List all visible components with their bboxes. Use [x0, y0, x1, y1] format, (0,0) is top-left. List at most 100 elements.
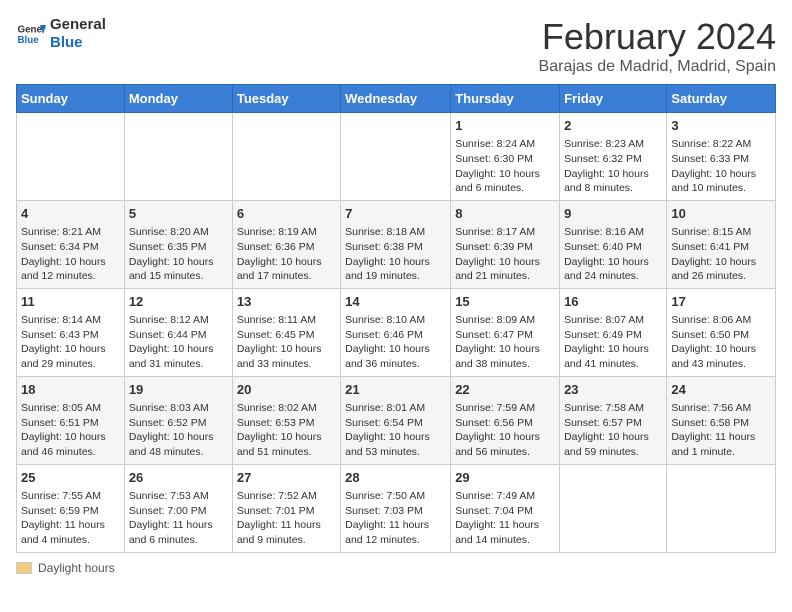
day-number: 3 — [671, 117, 771, 135]
day-number: 15 — [455, 293, 555, 311]
calendar-row-1: 4 Sunrise: 8:21 AM Sunset: 6:34 PM Daylig… — [17, 200, 776, 288]
header-day-thursday: Thursday — [451, 85, 560, 113]
day-number: 10 — [671, 205, 771, 223]
legend-bar-icon — [16, 562, 32, 574]
day-info: Sunrise: 8:22 AM Sunset: 6:33 PM Dayligh… — [671, 137, 771, 196]
day-info: Sunrise: 8:23 AM Sunset: 6:32 PM Dayligh… — [564, 137, 662, 196]
calendar-cell — [124, 113, 232, 201]
day-info: Sunrise: 8:15 AM Sunset: 6:41 PM Dayligh… — [671, 225, 771, 284]
logo-blue-text: Blue — [50, 34, 106, 52]
day-number: 11 — [21, 293, 120, 311]
day-info: Sunrise: 8:11 AM Sunset: 6:45 PM Dayligh… — [237, 313, 336, 372]
day-info: Sunrise: 8:10 AM Sunset: 6:46 PM Dayligh… — [345, 313, 446, 372]
header-day-saturday: Saturday — [667, 85, 776, 113]
day-info: Sunrise: 8:21 AM Sunset: 6:34 PM Dayligh… — [21, 225, 120, 284]
calendar-cell: 21 Sunrise: 8:01 AM Sunset: 6:54 PM Dayli… — [341, 376, 451, 464]
day-number: 17 — [671, 293, 771, 311]
day-info: Sunrise: 8:19 AM Sunset: 6:36 PM Dayligh… — [237, 225, 336, 284]
calendar-cell — [667, 464, 776, 552]
day-number: 21 — [345, 381, 446, 399]
calendar-cell: 1Sunrise: 8:24 AM Sunset: 6:30 PM Daylig… — [451, 113, 560, 201]
calendar-row-3: 18 Sunrise: 8:05 AM Sunset: 6:51 PM Dayli… — [17, 376, 776, 464]
day-info: Sunrise: 7:52 AM Sunset: 7:01 PM Dayligh… — [237, 489, 336, 548]
day-info: Sunrise: 7:53 AM Sunset: 7:00 PM Dayligh… — [129, 489, 228, 548]
location-subtitle: Barajas de Madrid, Madrid, Spain — [539, 58, 776, 76]
day-number: 4 — [21, 205, 120, 223]
day-info: Sunrise: 8:02 AM Sunset: 6:53 PM Dayligh… — [237, 401, 336, 460]
day-info: Sunrise: 8:12 AM Sunset: 6:44 PM Dayligh… — [129, 313, 228, 372]
day-number: 27 — [237, 469, 336, 487]
day-number: 19 — [129, 381, 228, 399]
day-number: 2 — [564, 117, 662, 135]
day-number: 25 — [21, 469, 120, 487]
calendar-table: SundayMondayTuesdayWednesdayThursdayFrid… — [16, 84, 776, 553]
calendar-cell — [560, 464, 667, 552]
legend-label: Daylight hours — [38, 561, 115, 575]
day-info: Sunrise: 8:17 AM Sunset: 6:39 PM Dayligh… — [455, 225, 555, 284]
calendar-cell — [341, 113, 451, 201]
calendar-cell: 23Sunrise: 7:58 AM Sunset: 6:57 PM Dayli… — [560, 376, 667, 464]
day-info: Sunrise: 7:50 AM Sunset: 7:03 PM Dayligh… — [345, 489, 446, 548]
day-info: Sunrise: 8:14 AM Sunset: 6:43 PM Dayligh… — [21, 313, 120, 372]
calendar-cell: 19 Sunrise: 8:03 AM Sunset: 6:52 PM Dayli… — [124, 376, 232, 464]
day-number: 29 — [455, 469, 555, 487]
month-title: February 2024 — [539, 16, 776, 58]
logo: General Blue General Blue — [16, 16, 106, 52]
calendar-cell: 20 Sunrise: 8:02 AM Sunset: 6:53 PM Dayli… — [232, 376, 340, 464]
day-info: Sunrise: 8:01 AM Sunset: 6:54 PM Dayligh… — [345, 401, 446, 460]
calendar-cell: 16Sunrise: 8:07 AM Sunset: 6:49 PM Dayli… — [560, 288, 667, 376]
calendar-cell: 13 Sunrise: 8:11 AM Sunset: 6:45 PM Dayli… — [232, 288, 340, 376]
day-number: 22 — [455, 381, 555, 399]
day-info: Sunrise: 7:59 AM Sunset: 6:56 PM Dayligh… — [455, 401, 555, 460]
calendar-cell: 7Sunrise: 8:18 AM Sunset: 6:38 PM Daylig… — [341, 200, 451, 288]
day-number: 13 — [237, 293, 336, 311]
day-number: 26 — [129, 469, 228, 487]
calendar-cell: 25 Sunrise: 7:55 AM Sunset: 6:59 PM Dayli… — [17, 464, 125, 552]
calendar-cell: 10 Sunrise: 8:15 AM Sunset: 6:41 PM Dayli… — [667, 200, 776, 288]
calendar-cell: 9Sunrise: 8:16 AM Sunset: 6:40 PM Daylig… — [560, 200, 667, 288]
day-number: 23 — [564, 381, 662, 399]
calendar-cell — [17, 113, 125, 201]
day-info: Sunrise: 8:09 AM Sunset: 6:47 PM Dayligh… — [455, 313, 555, 372]
day-info: Sunrise: 8:05 AM Sunset: 6:51 PM Dayligh… — [21, 401, 120, 460]
day-number: 24 — [671, 381, 771, 399]
day-number: 5 — [129, 205, 228, 223]
day-number: 7 — [345, 205, 446, 223]
day-info: Sunrise: 7:55 AM Sunset: 6:59 PM Dayligh… — [21, 489, 120, 548]
calendar-row-4: 25 Sunrise: 7:55 AM Sunset: 6:59 PM Dayli… — [17, 464, 776, 552]
calendar-cell: 17Sunrise: 8:06 AM Sunset: 6:50 PM Dayli… — [667, 288, 776, 376]
calendar-cell: 4 Sunrise: 8:21 AM Sunset: 6:34 PM Daylig… — [17, 200, 125, 288]
day-number: 20 — [237, 381, 336, 399]
calendar-cell: 2 Sunrise: 8:23 AM Sunset: 6:32 PM Daylig… — [560, 113, 667, 201]
header-day-monday: Monday — [124, 85, 232, 113]
header-day-tuesday: Tuesday — [232, 85, 340, 113]
calendar-row-0: 1Sunrise: 8:24 AM Sunset: 6:30 PM Daylig… — [17, 113, 776, 201]
calendar-body: 1Sunrise: 8:24 AM Sunset: 6:30 PM Daylig… — [17, 113, 776, 553]
calendar-cell: 28 Sunrise: 7:50 AM Sunset: 7:03 PM Dayli… — [341, 464, 451, 552]
calendar-cell: 5 Sunrise: 8:20 AM Sunset: 6:35 PM Daylig… — [124, 200, 232, 288]
day-number: 28 — [345, 469, 446, 487]
day-number: 14 — [345, 293, 446, 311]
calendar-cell: 11 Sunrise: 8:14 AM Sunset: 6:43 PM Dayli… — [17, 288, 125, 376]
calendar-cell: 15 Sunrise: 8:09 AM Sunset: 6:47 PM Dayli… — [451, 288, 560, 376]
header-day-wednesday: Wednesday — [341, 85, 451, 113]
day-info: Sunrise: 7:49 AM Sunset: 7:04 PM Dayligh… — [455, 489, 555, 548]
day-info: Sunrise: 8:20 AM Sunset: 6:35 PM Dayligh… — [129, 225, 228, 284]
day-info: Sunrise: 8:03 AM Sunset: 6:52 PM Dayligh… — [129, 401, 228, 460]
calendar-cell: 24Sunrise: 7:56 AM Sunset: 6:58 PM Dayli… — [667, 376, 776, 464]
svg-text:Blue: Blue — [18, 35, 40, 46]
calendar-cell: 14 Sunrise: 8:10 AM Sunset: 6:46 PM Dayli… — [341, 288, 451, 376]
header-day-sunday: Sunday — [17, 85, 125, 113]
page-header: General Blue General Blue February 2024 … — [16, 16, 776, 76]
calendar-cell: 27 Sunrise: 7:52 AM Sunset: 7:01 PM Dayli… — [232, 464, 340, 552]
day-number: 1 — [455, 117, 555, 135]
day-number: 16 — [564, 293, 662, 311]
calendar-row-2: 11 Sunrise: 8:14 AM Sunset: 6:43 PM Dayli… — [17, 288, 776, 376]
calendar-cell: 12Sunrise: 8:12 AM Sunset: 6:44 PM Dayli… — [124, 288, 232, 376]
day-number: 8 — [455, 205, 555, 223]
day-info: Sunrise: 8:16 AM Sunset: 6:40 PM Dayligh… — [564, 225, 662, 284]
calendar-cell: 18 Sunrise: 8:05 AM Sunset: 6:51 PM Dayli… — [17, 376, 125, 464]
calendar-cell: 29 Sunrise: 7:49 AM Sunset: 7:04 PM Dayli… — [451, 464, 560, 552]
calendar-header: SundayMondayTuesdayWednesdayThursdayFrid… — [17, 85, 776, 113]
day-number: 18 — [21, 381, 120, 399]
